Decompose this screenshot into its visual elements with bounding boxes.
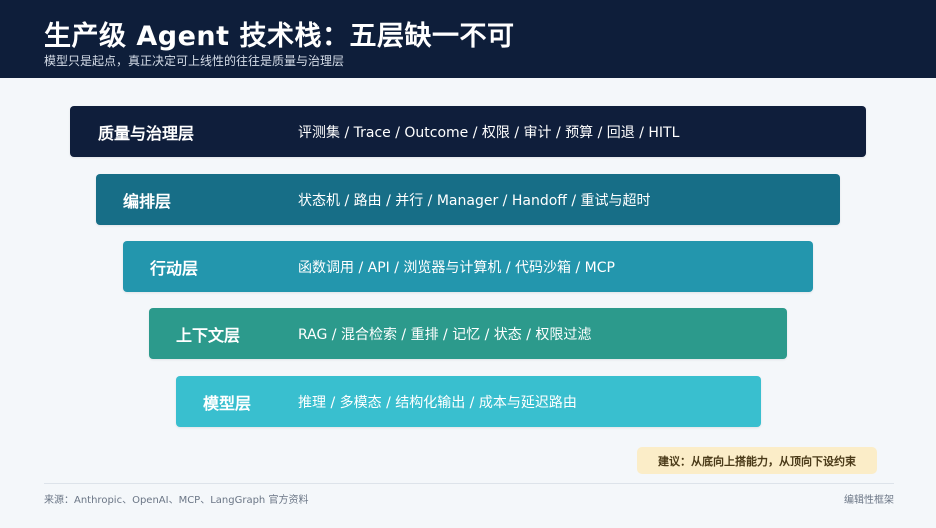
- footer-divider: [44, 483, 894, 484]
- layer-items: RAG / 混合检索 / 重排 / 记忆 / 状态 / 权限过滤: [298, 326, 592, 343]
- layer-name: 编排层: [123, 191, 172, 211]
- header-bar: 生产级 Agent 技术栈：五层缺一不可 模型只是起点，真正决定可上线性的往往是…: [0, 0, 936, 78]
- layer-name: 上下文层: [176, 325, 241, 345]
- layer-quality-governance: 质量与治理层 评测集 / Trace / Outcome / 权限 / 审计 /…: [70, 106, 866, 157]
- layer-name: 质量与治理层: [98, 123, 195, 143]
- layer-name: 模型层: [203, 393, 252, 413]
- layer-orchestration: 编排层 状态机 / 路由 / 并行 / Manager / Handoff / …: [96, 174, 840, 225]
- layer-items: 状态机 / 路由 / 并行 / Manager / Handoff / 重试与超…: [298, 192, 651, 209]
- layer-model: 模型层 推理 / 多模态 / 结构化输出 / 成本与延迟路由: [176, 376, 761, 427]
- layer-items: 函数调用 / API / 浏览器与计算机 / 代码沙箱 / MCP: [298, 259, 615, 276]
- layer-context: 上下文层 RAG / 混合检索 / 重排 / 记忆 / 状态 / 权限过滤: [149, 308, 787, 359]
- layer-items: 推理 / 多模态 / 结构化输出 / 成本与延迟路由: [298, 394, 577, 411]
- page-title: 生产级 Agent 技术栈：五层缺一不可: [44, 21, 515, 52]
- framework-label: 编辑性框架: [844, 495, 894, 506]
- layer-items: 评测集 / Trace / Outcome / 权限 / 审计 / 预算 / 回…: [298, 124, 680, 141]
- advice-note: 建议：从底向上搭能力，从顶向下设约束: [637, 447, 877, 474]
- layer-name: 行动层: [150, 258, 199, 278]
- layer-action: 行动层 函数调用 / API / 浏览器与计算机 / 代码沙箱 / MCP: [123, 241, 813, 292]
- source-note: 来源：Anthropic、OpenAI、MCP、LangGraph 官方资料: [44, 495, 309, 506]
- page-subtitle: 模型只是起点，真正决定可上线性的往往是质量与治理层: [44, 54, 345, 68]
